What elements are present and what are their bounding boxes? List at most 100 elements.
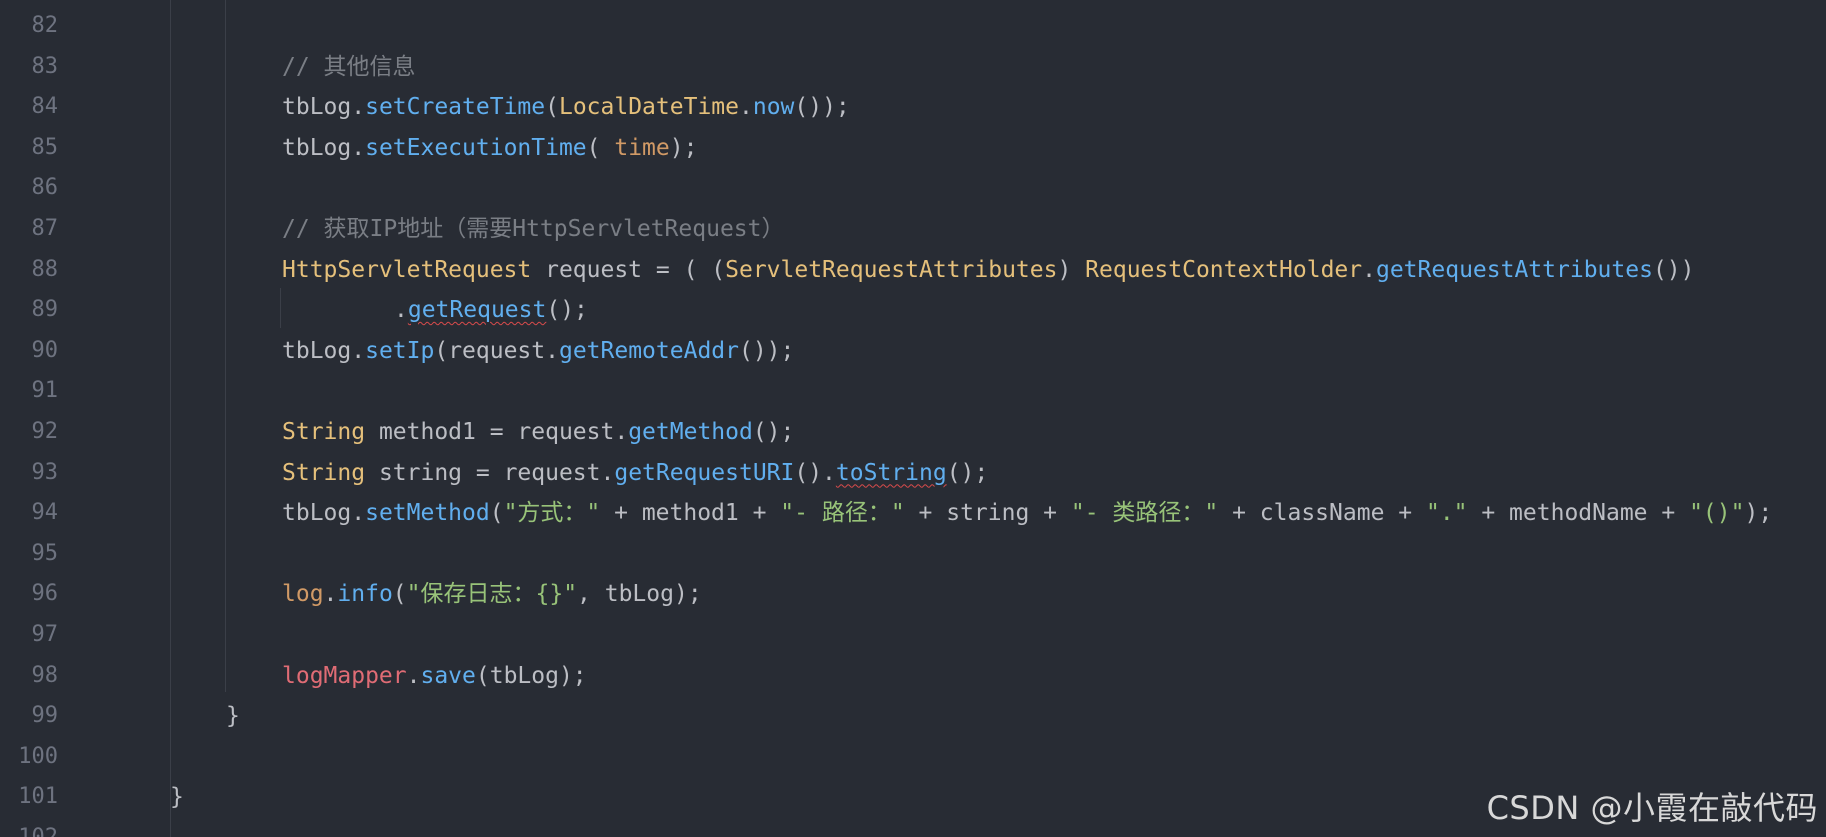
code-token-plain: + string +: [904, 500, 1071, 527]
code-token-plain: );: [1744, 500, 1773, 527]
code-token-type: HttpServletRequest: [282, 256, 532, 283]
code-token-plain: }: [170, 784, 184, 811]
code-token-type: String: [282, 459, 366, 486]
line-number: 87: [31, 216, 59, 241]
code-token-plain: }: [226, 703, 240, 730]
code-token-string: "保存日志：{}": [406, 581, 578, 608]
code-token-plain: tbLog.: [282, 94, 366, 121]
indent-guide-method: [225, 0, 226, 692]
code-token-param: log: [282, 581, 324, 608]
code-token-string: "方式：": [503, 500, 601, 527]
line-number: 82: [31, 13, 59, 38]
code-token-method: getMethod: [628, 419, 753, 445]
code-token-method: setMethod: [365, 500, 490, 527]
watermark-text: CSDN @小霞在敲代码: [1486, 789, 1818, 827]
code-token-plain: .: [323, 581, 338, 608]
code-line[interactable]: String string = request.getRequestURI().…: [282, 453, 988, 494]
line-number: 97: [31, 622, 59, 647]
code-token-plain: + method1 +: [600, 500, 781, 527]
code-line[interactable]: HttpServletRequest request = ( (ServletR…: [282, 250, 1694, 291]
code-token-method: getRequest: [407, 297, 547, 324]
code-token-plain: ();: [546, 297, 588, 324]
code-token-plain: string = request.: [365, 459, 615, 486]
code-token-plain: (: [392, 581, 407, 608]
code-token-method: setIp: [365, 337, 435, 364]
code-token-method: save: [420, 662, 476, 689]
line-number: 88: [31, 256, 59, 282]
code-token-plain: (request.: [434, 337, 559, 364]
code-line[interactable]: tbLog.setCreateTime(LocalDateTime.now())…: [282, 87, 850, 128]
line-number: 84: [31, 94, 59, 120]
code-token-plain: .: [406, 662, 421, 689]
line-number: 99: [31, 703, 59, 729]
code-token-method: getRequestURI: [614, 459, 795, 486]
line-number: 98: [31, 662, 59, 688]
code-editor[interactable]: 82 83// 其他信息 84 tbLog.setCreateTime(LocalDa…: [0, 0, 1826, 837]
code-token-plain: ): [1057, 256, 1086, 283]
code-token-method: toString: [835, 459, 947, 486]
code-line[interactable]: }: [170, 777, 184, 818]
code-line[interactable]: // 获取IP地址（需要HttpServletRequest）: [282, 209, 785, 250]
code-token-plain: (: [545, 94, 559, 121]
code-token-plain: ();: [752, 419, 795, 445]
code-token-plain: .: [394, 297, 408, 324]
line-number: 100: [18, 743, 58, 769]
line-number: 101: [18, 784, 58, 810]
code-line[interactable]: }: [226, 696, 240, 737]
code-token-plain: ()): [1652, 256, 1695, 283]
line-number: 90: [31, 337, 59, 363]
code-token-plain: (: [586, 134, 615, 161]
line-number: 102: [0, 818, 58, 837]
code-token-type: RequestContextHolder: [1085, 256, 1363, 283]
code-token-plain: request = ( (: [531, 256, 726, 283]
code-token-plain: + methodName +: [1467, 500, 1690, 527]
code-line[interactable]: tbLog.setExecutionTime( time);: [282, 128, 697, 169]
code-token-plain: method1 = request.: [365, 419, 629, 445]
line-number: 83: [31, 53, 59, 79]
code-token-plain: .: [1362, 256, 1376, 283]
code-token-method: setCreateTime: [365, 94, 546, 121]
code-token-plain: ());: [738, 337, 795, 364]
code-token-plain: + className +: [1218, 500, 1426, 527]
code-token-plain: (tbLog);: [475, 662, 587, 689]
code-line[interactable]: tbLog.setMethod("方式：" + method1 + "- 路径：…: [282, 493, 1772, 534]
code-token-plain: ();: [946, 459, 989, 486]
code-token-method: getRequestAttributes: [1375, 256, 1653, 283]
code-line[interactable]: tbLog.setIp(request.getRemoteAddr());: [282, 331, 794, 372]
code-line[interactable]: log.info("保存日志：{}", tbLog);: [282, 574, 702, 615]
line-number: 96: [31, 581, 59, 607]
line-number: 94: [31, 500, 59, 526]
code-token-plain: tbLog.: [282, 500, 366, 527]
line-number: 92: [31, 419, 59, 444]
code-token-plain: (: [489, 500, 504, 527]
code-line[interactable]: String method1 = request.getMethod();: [282, 412, 794, 453]
code-token-plain: ());: [794, 94, 850, 121]
code-token-plain: );: [669, 134, 698, 161]
line-number: 86: [31, 175, 59, 201]
code-token-method: setExecutionTime: [365, 134, 587, 161]
code-token-string: ".": [1425, 500, 1468, 527]
code-token-method: getRemoteAddr: [558, 337, 739, 364]
code-token-plain: .: [738, 94, 753, 121]
line-number: 89: [31, 297, 59, 323]
code-token-method: info: [337, 581, 393, 608]
code-line[interactable]: .getRequest();: [394, 290, 588, 331]
code-token-type: LocalDateTime: [558, 94, 739, 121]
code-token-plain: ().: [794, 459, 836, 486]
code-token-plain: tbLog.: [282, 134, 366, 161]
code-line[interactable]: // 其他信息: [282, 47, 416, 88]
line-number: 93: [31, 459, 59, 485]
code-token-method: now: [752, 94, 795, 121]
line-number: 95: [31, 540, 59, 566]
code-token-comment: // 获取IP地址（需要HttpServletRequest）: [282, 216, 785, 242]
indent-guide-continuation: [280, 288, 281, 328]
code-token-string: "- 路径：": [780, 500, 905, 527]
indent-guide-outer: [170, 0, 171, 837]
line-number: 85: [31, 134, 59, 160]
line-number: 91: [31, 378, 59, 404]
code-line[interactable]: logMapper.save(tbLog);: [282, 656, 587, 697]
code-token-comment: // 其他信息: [282, 53, 416, 80]
code-token-param: time: [614, 134, 670, 161]
code-token-plain: , tbLog);: [577, 581, 702, 608]
code-token-plain: tbLog.: [282, 337, 366, 364]
